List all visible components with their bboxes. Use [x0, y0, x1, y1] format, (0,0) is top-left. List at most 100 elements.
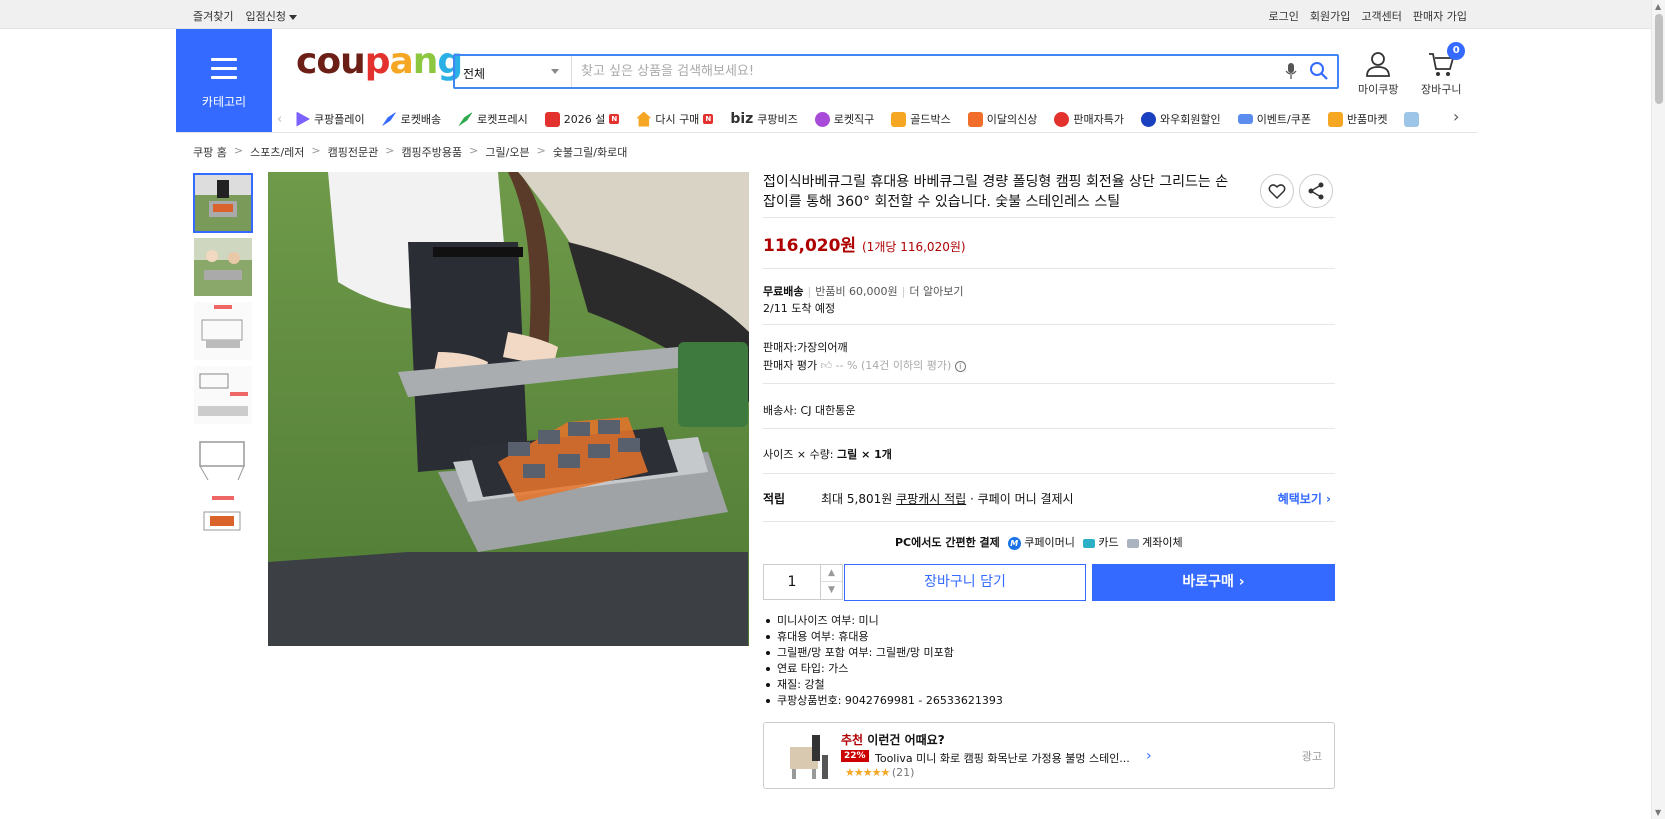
quantity-input[interactable]: 1: [764, 565, 820, 599]
chevron-down-icon: [551, 69, 559, 74]
login-link[interactable]: 로그인: [1269, 8, 1299, 24]
nav-item-events-coupons[interactable]: 이벤트/쿠폰: [1237, 111, 1311, 127]
thumbnail-1[interactable]: [193, 173, 253, 233]
category-menu-button[interactable]: 카테고리: [176, 29, 272, 132]
seller-name[interactable]: 판매자:가장의어깨: [763, 339, 848, 355]
seller-signup-link[interactable]: 판매자 가입: [1413, 8, 1467, 24]
discount-badge: 22%: [841, 750, 869, 762]
thumbnail-list: [193, 173, 255, 557]
breadcrumb-item[interactable]: 그릴/오븐: [485, 144, 529, 160]
search-input[interactable]: [581, 60, 1261, 83]
percent-icon: [1054, 111, 1070, 127]
biz-logo-icon: biz: [730, 111, 754, 127]
card-icon: [1082, 538, 1095, 548]
customer-center-link[interactable]: 고객센터: [1361, 8, 1401, 24]
thumbnail-5[interactable]: [193, 429, 253, 489]
share-button[interactable]: [1299, 174, 1333, 208]
seller-rating: 판매자 평가 👍︎ -- % (14건 이하의 평가) i: [763, 357, 966, 373]
seller-apply-dropdown[interactable]: 입점신청: [245, 8, 297, 24]
main-product-image[interactable]: [268, 172, 749, 646]
add-to-cart-button[interactable]: 장바구니 담기: [844, 564, 1086, 601]
search-icon[interactable]: [1309, 61, 1329, 81]
scroll-down-icon[interactable]: ▼: [1655, 808, 1661, 817]
thumbnail-4[interactable]: [193, 365, 253, 425]
nav-label: 다시 구매: [655, 113, 700, 126]
signup-link[interactable]: 회원가입: [1310, 8, 1350, 24]
microphone-icon[interactable]: [1285, 63, 1297, 80]
nav-item-rocket-global[interactable]: 로켓직구: [814, 111, 874, 127]
wishlist-button[interactable]: [1260, 174, 1294, 208]
breadcrumb-item[interactable]: 캠핑전문관: [328, 144, 379, 160]
breadcrumb-item[interactable]: 쿠팡 홈: [193, 144, 227, 160]
nav-item-lunar-new-year[interactable]: 2026 설N: [544, 111, 620, 127]
recommended-ad[interactable]: 추천 이런건 어때요? 22% Tooliva 미니 화로 캠핑 화목난로 가정…: [763, 722, 1335, 789]
cart-button[interactable]: 0 장바구니: [1421, 42, 1466, 97]
share-icon: [1308, 182, 1324, 200]
scrollbar-thumb[interactable]: [1655, 14, 1663, 104]
breadcrumb-item[interactable]: 숯불그릴/화로대: [553, 144, 628, 160]
quantity-increase-icon[interactable]: ▲: [820, 565, 842, 582]
divider: [763, 324, 1335, 325]
rating-count: (21): [891, 766, 915, 779]
coupang-logo[interactable]: coupang: [296, 41, 463, 82]
bookmark-link[interactable]: 즐겨찾기: [193, 8, 233, 24]
chevron-right-icon[interactable]: ›: [1146, 748, 1152, 764]
nav-item-goldbox[interactable]: 골드박스: [891, 111, 951, 127]
info-icon[interactable]: i: [954, 361, 966, 372]
coupay-icon: M: [1007, 536, 1021, 550]
breadcrumb: 쿠팡 홈 > 스포츠/레저 > 캠핑전문관 > 캠핑주방용품 > 그릴/오븐 > 숯불그릴…: [193, 144, 627, 160]
ad-product-image: [782, 731, 834, 783]
shipping-more-link[interactable]: 더 알아보기: [909, 285, 963, 298]
nav-item-rocket-delivery[interactable]: 로켓배송: [381, 111, 442, 127]
nav-item-wow-discount[interactable]: 와우회원할인: [1140, 111, 1221, 127]
divider: [763, 383, 1335, 384]
search-category-select[interactable]: 전체: [455, 56, 572, 87]
nav-label: 로켓배송: [400, 113, 442, 126]
attribute-item: 쿠팡상품번호: 9042769981 - 26533621393: [763, 693, 1003, 709]
nav-label: 반품마켓: [1347, 113, 1388, 126]
ticket-icon: [1237, 114, 1253, 124]
nav-item-seller-deals[interactable]: 판매자특가: [1054, 111, 1124, 127]
thumbnail-6[interactable]: [193, 493, 253, 553]
page-scrollbar[interactable]: ▲ ▼: [1651, 0, 1665, 819]
breadcrumb-item[interactable]: 스포츠/레저: [250, 144, 304, 160]
quantity-decrease-icon[interactable]: ▼: [820, 582, 842, 599]
reward-text: 최대 5,801원 쿠팡캐시 적립 · 쿠페이 머니 결제시: [821, 490, 1074, 507]
product-title: 접이식바베큐그릴 휴대용 바베큐그릴 경량 폴딩형 캠핑 회전율 상단 그리드는…: [763, 174, 1229, 210]
gift-icon: [544, 111, 560, 127]
nav-item-rocket-fresh[interactable]: 로켓프레시: [458, 111, 528, 127]
logo-part: n: [412, 41, 439, 82]
thumbs-up-icon: 👍︎: [820, 359, 833, 372]
coupang-cash-link[interactable]: 쿠팡캐시 적립: [896, 492, 966, 506]
unit-price: (1개당 116,020원): [862, 240, 966, 254]
nav-next-icon[interactable]: ›: [1453, 107, 1459, 126]
carrier-info: 배송사: CJ 대한통운: [763, 404, 856, 417]
nav-prev-icon[interactable]: ‹: [277, 112, 295, 127]
benefits-link[interactable]: 혜택보기 ›: [1278, 490, 1331, 507]
new-badge: N: [703, 114, 714, 124]
nav-item-return-market[interactable]: 반품마켓: [1328, 111, 1387, 127]
attribute-item: 그릴팬/망 포함 여부: 그릴팬/망 미포함: [763, 645, 1003, 661]
nav-item-buy-again[interactable]: 다시 구매 N: [636, 111, 714, 127]
thumbnail-2[interactable]: [193, 237, 253, 297]
thumbnail-3[interactable]: [193, 301, 253, 361]
attribute-item: 연료 타입: 가스: [763, 661, 1003, 677]
payment-methods: PC에서도 간편한 결제 M 쿠페이머니 카드 계좌이체: [895, 534, 1183, 550]
breadcrumb-item[interactable]: 캠핑주방용품: [401, 144, 462, 160]
seller-rating-value: -- % (14건 이하의 평가): [835, 359, 952, 372]
payment-method: 쿠페이머니: [1024, 536, 1075, 549]
nav-item-coupang-biz[interactable]: biz 쿠팡비즈: [730, 111, 797, 127]
mypage-button[interactable]: 마이쿠팡: [1358, 50, 1398, 97]
search-scope-value: 전체: [463, 67, 486, 81]
category-label: 카테고리: [201, 95, 247, 109]
nav-item-new-arrivals[interactable]: 이달의신상: [967, 111, 1037, 127]
nav-label: 골드박스: [910, 113, 951, 126]
scroll-up-icon[interactable]: ▲: [1655, 2, 1661, 11]
free-shipping-label: 무료배송: [763, 285, 804, 298]
sale-price: 116,020원: [763, 236, 857, 256]
buy-now-button[interactable]: 바로구매 ›: [1092, 564, 1335, 601]
attribute-item: 미니사이즈 여부: 미니: [763, 613, 1003, 629]
globe-rocket-icon: [814, 111, 830, 127]
option-selection[interactable]: 사이즈 × 수량: 그릴 × 1개: [763, 446, 892, 462]
nav-item-coupang-play[interactable]: 쿠팡플레이: [295, 111, 365, 127]
